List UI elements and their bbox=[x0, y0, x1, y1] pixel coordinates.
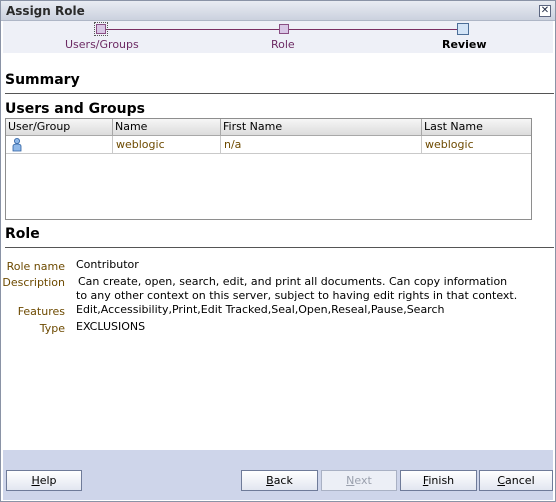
user-icon bbox=[12, 138, 22, 152]
column-header-first-name[interactable]: First Name bbox=[221, 119, 422, 136]
property-label: Features bbox=[17, 305, 65, 318]
wizard-train: Users/Groups Role Review bbox=[3, 21, 553, 53]
train-connector bbox=[288, 29, 464, 30]
finish-button[interactable]: Finish bbox=[400, 470, 477, 491]
cell-first-name: n/a bbox=[221, 136, 422, 154]
table-header: User/Group Name First Name Last Name bbox=[6, 119, 531, 136]
property-value: Can create, open, search, edit, and prin… bbox=[76, 275, 518, 302]
table-row[interactable]: weblogic n/a weblogic bbox=[6, 136, 531, 154]
dialog-title: Assign Role bbox=[6, 4, 85, 18]
next-button-label: ext bbox=[354, 474, 372, 487]
assign-role-dialog: Assign Role ✕ Users/Groups Role Review S… bbox=[0, 0, 556, 502]
cell-user-group bbox=[6, 136, 113, 154]
train-label-review: Review bbox=[442, 38, 487, 51]
cell-name: weblogic bbox=[113, 136, 221, 154]
train-label-users-groups[interactable]: Users/Groups bbox=[65, 38, 139, 51]
users-groups-table: User/Group Name First Name Last Name web… bbox=[5, 118, 532, 220]
train-stop-review bbox=[457, 23, 469, 35]
role-heading: Role bbox=[5, 226, 40, 242]
cancel-button[interactable]: Cancel bbox=[479, 470, 553, 491]
train-label-role[interactable]: Role bbox=[271, 38, 295, 51]
title-bar: Assign Role ✕ bbox=[1, 1, 555, 21]
property-label: Role name bbox=[6, 260, 65, 273]
property-label: Type bbox=[39, 322, 65, 335]
role-divider bbox=[5, 247, 554, 248]
train-connector bbox=[104, 29, 284, 30]
property-value: Contributor bbox=[76, 258, 139, 271]
users-groups-heading: Users and Groups bbox=[5, 101, 145, 117]
finish-button-label: inish bbox=[428, 474, 455, 487]
summary-divider bbox=[5, 93, 554, 94]
property-value: Edit,Accessibility,Print,Edit Tracked,Se… bbox=[76, 303, 445, 316]
cancel-button-label: ancel bbox=[505, 474, 535, 487]
button-bar: Help Back Next Finish Cancel bbox=[3, 450, 553, 500]
property-label: Description bbox=[2, 276, 65, 289]
column-header-last-name[interactable]: Last Name bbox=[422, 119, 531, 136]
close-icon[interactable]: ✕ bbox=[539, 5, 551, 17]
help-button[interactable]: Help bbox=[6, 470, 82, 491]
help-button-label: elp bbox=[39, 474, 57, 487]
back-button-label: ack bbox=[273, 474, 293, 487]
property-value: EXCLUSIONS bbox=[76, 320, 146, 333]
train-stop-role[interactable] bbox=[279, 24, 289, 34]
summary-heading: Summary bbox=[5, 72, 80, 88]
next-button: Next bbox=[321, 470, 397, 491]
train-stop-users-groups[interactable] bbox=[94, 22, 108, 36]
column-header-name[interactable]: Name bbox=[113, 119, 221, 136]
column-header-user-group[interactable]: User/Group bbox=[6, 119, 113, 136]
back-button[interactable]: Back bbox=[241, 470, 318, 491]
help-button-mnemonic: H bbox=[31, 474, 40, 487]
back-button-mnemonic: B bbox=[266, 474, 274, 487]
cancel-button-mnemonic: C bbox=[497, 474, 506, 487]
cell-last-name: weblogic bbox=[425, 138, 474, 151]
